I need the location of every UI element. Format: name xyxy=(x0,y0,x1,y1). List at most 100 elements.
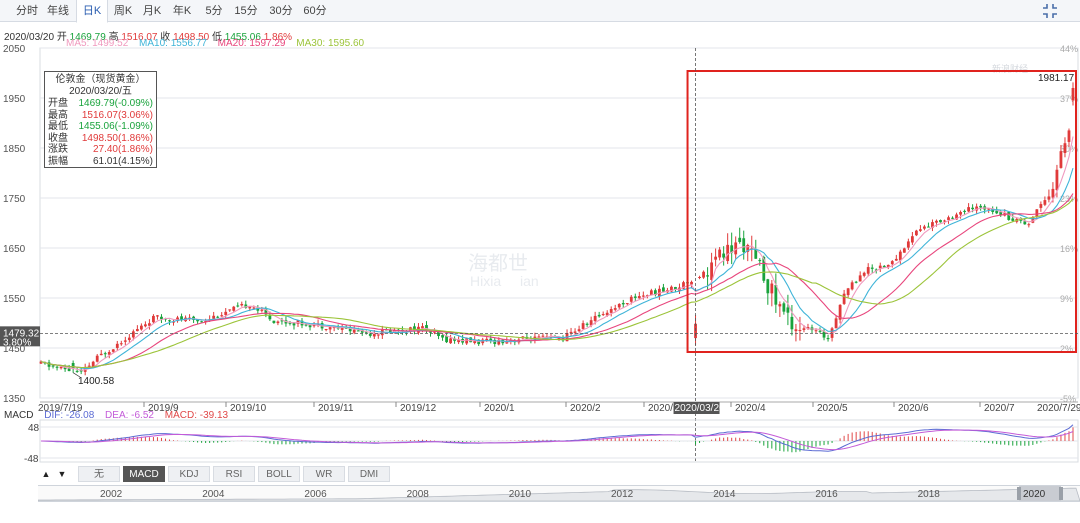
indicator-tab-6[interactable]: DMI xyxy=(348,466,390,482)
watermark-cn: 海都世 xyxy=(468,252,528,275)
candle-body xyxy=(862,272,866,276)
candle-body xyxy=(119,343,123,345)
candle-body xyxy=(139,325,143,330)
candle-body xyxy=(1051,188,1055,198)
candle-body xyxy=(963,210,966,212)
candle-body xyxy=(276,321,280,324)
indicator-tab-3[interactable]: RSI xyxy=(213,466,255,482)
candle-body xyxy=(200,321,204,323)
candle-body xyxy=(878,265,882,269)
candle-body xyxy=(260,309,264,311)
candle-body xyxy=(541,335,545,337)
candle-body xyxy=(790,316,794,330)
candle-body xyxy=(236,305,240,307)
candle-body xyxy=(152,315,155,323)
fullscreen-icon[interactable] xyxy=(1042,3,1058,19)
candle-body xyxy=(706,275,709,277)
candle-body xyxy=(127,337,131,341)
macd-label: MACD xyxy=(4,410,34,421)
pct-tick-label: 44% xyxy=(1060,44,1078,54)
indicator-tab-5[interactable]: WR xyxy=(303,466,345,482)
x-tick-label: 2020/1 xyxy=(484,403,515,414)
candle-body xyxy=(786,307,790,313)
navigator-year: 2010 xyxy=(508,489,532,500)
navigator-right-handle[interactable] xyxy=(1059,487,1063,500)
indicator-tab-2[interactable]: KDJ xyxy=(168,466,210,482)
candle-body xyxy=(927,226,930,228)
info-row-label: 最低 xyxy=(48,121,68,133)
info-box-date: 2020/03/20/五 xyxy=(69,86,132,97)
candle-body xyxy=(272,320,276,323)
candle-body xyxy=(356,330,360,332)
candle-body xyxy=(609,309,613,313)
candle-body xyxy=(1055,169,1059,191)
indicator-tab-0[interactable]: 无 xyxy=(78,466,120,482)
candle-body xyxy=(923,226,926,229)
candle-body xyxy=(324,329,328,331)
macd-dea: DEA: -6.52 xyxy=(105,410,154,421)
candle-body xyxy=(123,340,127,342)
highlight-box xyxy=(686,70,1078,353)
candle-body xyxy=(690,281,693,285)
candle-body xyxy=(770,283,774,294)
navigator-year: 2004 xyxy=(202,489,225,500)
candle-body xyxy=(1063,143,1067,154)
navigator-left-handle[interactable] xyxy=(1017,487,1021,500)
candle-body xyxy=(910,236,914,243)
indicator-tab-1[interactable]: MACD xyxy=(123,466,165,482)
candle-body xyxy=(971,207,975,210)
candle-body xyxy=(850,282,854,290)
candle-body xyxy=(629,296,633,302)
candle-body xyxy=(352,329,356,333)
indicator-tab-4[interactable]: BOLL xyxy=(258,466,300,482)
macd-dea-line xyxy=(41,429,1074,451)
candle-body xyxy=(601,314,605,316)
navigator-window[interactable]: 2020 xyxy=(1017,486,1063,501)
candle-body xyxy=(1035,209,1039,217)
candle-body xyxy=(465,338,469,344)
macd-bars-group xyxy=(44,427,1074,453)
macd-value: MACD: -39.13 xyxy=(164,410,229,421)
candle-body xyxy=(376,334,380,336)
candle-body xyxy=(228,309,232,311)
candle-body xyxy=(714,256,718,260)
candle-body xyxy=(906,241,910,248)
candle-body xyxy=(577,329,581,332)
candle-body xyxy=(947,217,950,220)
candle-body xyxy=(1059,151,1063,168)
candle-body xyxy=(758,260,762,262)
info-box-title: 伦敦金（现货黄金） xyxy=(55,74,146,85)
info-row-value: 1516.07(3.06%) xyxy=(81,109,153,121)
info-row-value: 1469.79(-0.09%) xyxy=(78,98,154,109)
candle-body xyxy=(662,287,665,292)
candle-body xyxy=(726,244,730,262)
x-tick-label: 2019/11 xyxy=(318,403,354,414)
candle-body xyxy=(220,315,224,317)
candle-body xyxy=(441,335,444,338)
candle-body xyxy=(168,320,171,322)
candle-body xyxy=(818,330,822,332)
candle-body xyxy=(111,349,115,352)
candle-body xyxy=(742,238,746,253)
info-row-value: 1455.06(-1.09%) xyxy=(78,121,154,133)
candle-body xyxy=(943,220,946,222)
candle-body xyxy=(91,361,95,367)
y-tick-label: 1950 xyxy=(3,94,26,105)
candle-body xyxy=(593,315,597,321)
candle-body xyxy=(1027,224,1031,226)
time-navigator[interactable]: 2020 2002 2004 2006 2008 2010 2012 2014 2016 201… xyxy=(38,485,1080,502)
candle-body xyxy=(51,365,55,367)
min-price-label: 1400.58 xyxy=(78,376,115,387)
candle-body xyxy=(834,318,838,329)
candle-body xyxy=(698,276,701,278)
candle-body xyxy=(939,220,942,223)
candle-body xyxy=(738,237,742,242)
candle-body xyxy=(372,334,376,337)
prev-indicator-button[interactable]: ▲ xyxy=(40,467,52,481)
next-indicator-button[interactable]: ▼ xyxy=(56,467,68,481)
ma5-line xyxy=(40,136,1074,371)
crosshair-date-label: 2020/03/20 xyxy=(675,403,725,414)
candle-body xyxy=(216,316,220,318)
candle-body xyxy=(585,323,589,325)
x-tick-label: 2020/4 xyxy=(735,403,766,414)
